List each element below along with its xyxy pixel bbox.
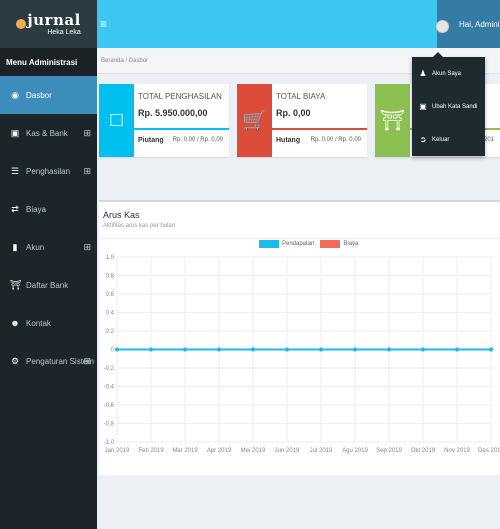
cart-icon: 🛒: [237, 84, 272, 157]
info-footer-value: Rp. 0,00 / Rp. 0,00: [310, 137, 361, 143]
info-box-total-penghasilan: □ TOTAL PENGHASILAN Rp. 5.950.000,00 Piu…: [99, 84, 229, 157]
sidebar-item-pengaturan-sistem[interactable]: ⚙ Pengaturan Sistem ⊞: [0, 342, 97, 380]
sidebar: jurnal Heka Leka Menu Administrasi ◉ Das…: [0, 0, 97, 529]
y-tick-label: -0.8: [104, 422, 115, 428]
logo-main-text: jurnal: [27, 10, 81, 29]
y-tick-label: 0: [111, 348, 115, 354]
x-tick-label: Mar 2019: [172, 448, 198, 454]
y-tick-label: -0.4: [104, 385, 115, 391]
logout-icon: ➲: [419, 135, 427, 144]
info-footer-value: Rp. 0,00 / Rp. 0,00: [172, 137, 223, 143]
info-box-total-biaya: 🛒 TOTAL BIAYA Rp. 0,00 Hutang Rp. 0,00 /…: [237, 84, 367, 157]
sidebar-item-kas-bank[interactable]: ▣ Kas & Bank ⊞: [0, 114, 97, 152]
sidebar-item-label: Dasbor: [26, 90, 52, 100]
user-icon: ♟: [419, 69, 427, 78]
y-tick-label: 0.4: [106, 311, 115, 317]
x-tick-label: Jun 2019: [275, 448, 300, 454]
x-tick-label: Agu 2019: [342, 448, 368, 454]
cash-bank-icon: ▣: [10, 127, 20, 138]
menu-item-label: Akun Saya: [432, 70, 462, 77]
bank-icon: ⛩: [10, 279, 22, 290]
sidebar-item-dasbor[interactable]: ◉ Dasbor: [0, 76, 97, 114]
x-tick-label: Jan 2019: [105, 448, 130, 454]
info-progress-bar: [134, 128, 229, 130]
x-tick-label: Sep 2019: [376, 448, 402, 454]
expand-icon[interactable]: ⊞: [83, 128, 91, 139]
expand-icon[interactable]: ⊞: [83, 356, 91, 367]
y-tick-label: -0.2: [104, 366, 115, 372]
x-tick-label: Okt 2019: [411, 448, 436, 454]
bank-icon: ⛩: [375, 84, 410, 157]
sidebar-item-akun[interactable]: ▮ Akun ⊞: [0, 228, 97, 266]
data-point-pendapatan: [387, 347, 391, 352]
dashboard-icon: ◉: [11, 89, 19, 100]
sidebar-item-label: Kas & Bank: [26, 128, 68, 138]
data-point-pendapatan: [115, 347, 119, 352]
cashflow-line-chart: 1.0 0.8 0.6 0.4 0.2 0 -0.2 -0.4 -0.6 -0.8 -1.0 Jan …: [104, 255, 500, 454]
expand-icon[interactable]: ⊞: [83, 242, 91, 253]
menu-item-label: Keluar: [432, 136, 450, 143]
wallet-icon: □: [99, 84, 134, 157]
data-point-pendapatan: [183, 347, 187, 352]
exchange-icon: ⇄: [11, 203, 19, 214]
avatar[interactable]: [436, 20, 449, 33]
info-value: Rp. 5.950.000,00: [138, 108, 208, 118]
data-point-pendapatan: [353, 347, 357, 352]
expand-icon[interactable]: ⊞: [83, 166, 91, 177]
info-label: TOTAL PENGHASILAN: [138, 92, 222, 101]
cashflow-panel: Arus Kas Aktifitas arus kas per bulan Pe…: [99, 200, 500, 475]
logo-mark-icon: [16, 19, 27, 29]
sidebar-item-label: Biaya: [26, 204, 47, 214]
menu-item-keluar[interactable]: ➲ Keluar: [412, 123, 485, 156]
y-tick-label: 0.8: [106, 274, 115, 280]
sidebar-item-label: Penghasilan: [26, 166, 71, 176]
info-progress-bar: [272, 128, 367, 130]
data-point-pendapatan: [455, 347, 459, 352]
lock-icon: ▣: [419, 102, 427, 111]
page-bottom: [97, 480, 500, 529]
list-icon: ☰: [10, 165, 20, 176]
book-icon: ▮: [12, 241, 18, 252]
y-tick-label: -1.0: [104, 440, 115, 446]
user-greeting[interactable]: Hai, Administrator: [459, 20, 500, 29]
data-point-pendapatan: [319, 347, 323, 352]
data-point-pendapatan: [251, 347, 255, 352]
sidebar-item-penghasilan[interactable]: ☰ Penghasilan ⊞: [0, 152, 97, 190]
y-tick-label: -0.6: [104, 403, 115, 409]
x-tick-label: Feb 2019: [138, 448, 164, 454]
sidebar-item-daftar-bank[interactable]: ⛩ Daftar Bank: [0, 266, 97, 304]
x-tick-label: Apr 2019: [207, 448, 232, 454]
x-tick-label: Des 2019: [478, 448, 500, 454]
sidebar-header: Menu Administrasi: [0, 48, 97, 76]
app-logo[interactable]: jurnal Heka Leka: [0, 0, 97, 48]
menu-item-label: Ubah Kata Sandi: [432, 103, 478, 110]
logo-sub-text: Heka Leka: [47, 28, 81, 36]
sidebar-item-biaya[interactable]: ⇄ Biaya: [0, 190, 97, 228]
x-tick-label: Nov 2019: [444, 448, 470, 454]
menu-item-akun-saya[interactable]: ♟ Akun Saya: [412, 57, 485, 90]
menu-item-ubah-kata-sandi[interactable]: ▣ Ubah Kata Sandi: [412, 90, 485, 123]
data-point-pendapatan: [217, 347, 221, 352]
y-tick-label: 1.0: [106, 255, 115, 261]
info-footer-label: Piutang: [138, 137, 164, 144]
info-footer-label: Hutang: [276, 137, 301, 144]
info-label: TOTAL BIAYA: [276, 92, 326, 101]
x-tick-label: Jul 2019: [310, 448, 333, 454]
x-tick-label: Mei 2019: [241, 448, 266, 454]
info-value: Rp. 0,00: [276, 108, 311, 118]
y-tick-label: 0.6: [106, 292, 115, 298]
y-tick-label: 0.2: [106, 329, 115, 335]
sidebar-item-label: Daftar Bank: [26, 280, 69, 290]
users-icon: ☻: [10, 318, 20, 328]
menu-toggle-icon[interactable]: ≡: [100, 17, 107, 31]
gear-icon: ⚙: [10, 355, 20, 366]
sidebar-item-kontak[interactable]: ☻ Kontak: [0, 304, 97, 342]
data-point-pendapatan: [489, 347, 493, 352]
data-point-pendapatan: [421, 347, 425, 352]
sidebar-item-label: Kontak: [26, 318, 51, 328]
sidebar-item-label: Akun: [26, 242, 45, 252]
data-point-pendapatan: [149, 347, 153, 352]
user-dropdown-menu: ♟ Akun Saya ▣ Ubah Kata Sandi ➲ Keluar: [412, 57, 485, 156]
data-point-pendapatan: [285, 347, 289, 352]
